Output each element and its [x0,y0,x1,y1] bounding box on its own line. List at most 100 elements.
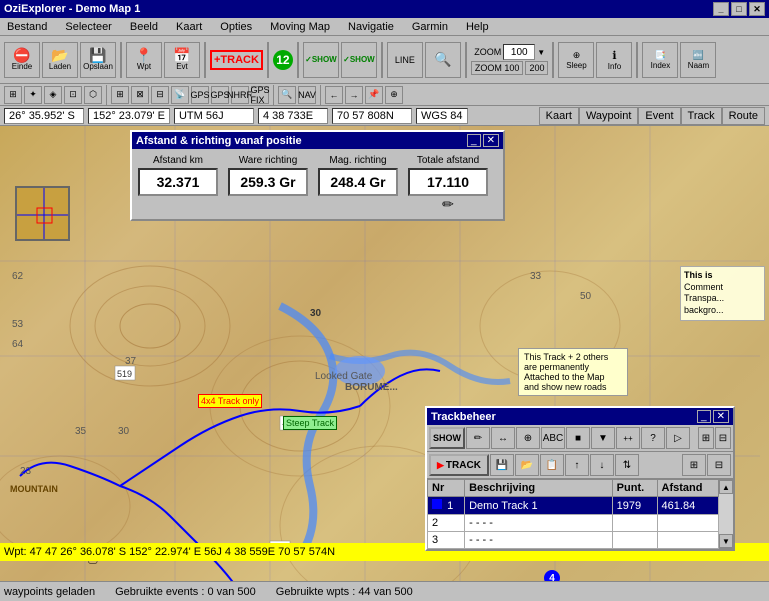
tb2-btn3[interactable]: ◈ [44,86,62,104]
btn-opslaan[interactable]: 💾 Opslaan [80,42,116,78]
tb-minimize-btn[interactable]: _ [697,410,711,423]
scroll-up-btn[interactable]: ▲ [719,480,733,494]
zoom-input[interactable] [503,44,535,60]
tb2-btn18[interactable]: 📌 [365,86,383,104]
btn-line[interactable]: LINE [387,42,423,78]
btn-einde[interactable]: ⛔ Einde [4,42,40,78]
menu-movingmap[interactable]: Moving Map [267,20,333,34]
btn-evt-label: Evt [176,62,188,71]
btn-naam[interactable]: 🔤 Naam [680,42,716,78]
tb-show-btn[interactable]: SHOW [429,427,465,449]
zoom-in-btn[interactable]: ZOOM 100 [471,61,524,75]
tab-event[interactable]: Event [638,107,680,125]
tb-btn-down[interactable]: ▼ [591,427,615,449]
tb-extra-btn1[interactable]: ⊞ [682,454,706,476]
index-icon: 📑 [655,50,666,61]
tab-waypoint[interactable]: Waypoint [579,107,638,125]
map-thumbnail[interactable] [15,186,70,241]
btn-track[interactable]: +TRACK [210,50,263,70]
btn-show1[interactable]: ✓SHOW [303,42,339,78]
row2-desc: - - - - [465,515,613,532]
tb2-btn8[interactable]: ⊟ [151,86,169,104]
menu-kaart[interactable]: Kaart [173,20,205,34]
scroll-down-btn[interactable]: ▼ [719,534,733,548]
tb2-btn5[interactable]: ⬡ [84,86,102,104]
map-area[interactable]: 519 -577 630 784 Afstand & richting vana… [0,126,769,581]
menu-help[interactable]: Help [463,20,492,34]
tb-track-main-btn[interactable]: ▶ TRACK [429,454,489,476]
maximize-btn[interactable]: □ [731,2,747,16]
panel-close-btn[interactable]: ✕ [483,134,499,147]
tb-btn-square[interactable]: ■ [566,427,590,449]
tb-btn-arrow[interactable]: ↔ [491,427,515,449]
track-scrollbar[interactable]: ▲ ▼ [719,479,733,549]
table-row[interactable]: 2 - - - - [428,515,719,532]
tb-btn-split[interactable]: ⊕ [516,427,540,449]
zoom-dropdown-arrow[interactable]: ▼ [537,48,545,57]
menu-navigatie[interactable]: Navigatie [345,20,397,34]
minimize-btn[interactable]: _ [713,2,729,16]
tb2-btn19[interactable]: ⊕ [385,86,403,104]
close-btn[interactable]: ✕ [749,2,765,16]
tb-extra-btn2[interactable]: ⊟ [707,454,731,476]
window-controls[interactable]: _ □ ✕ [713,2,765,16]
table-row[interactable]: 1 Demo Track 1 1979 461.84 [428,497,719,515]
tb-btn-abc[interactable]: ABC [541,427,565,449]
tb2-btn12[interactable]: NHRR [231,86,249,104]
tb-btn-pen[interactable]: ✏ [466,427,490,449]
tb2-btn1[interactable]: ⊞ [4,86,22,104]
menu-opties[interactable]: Opties [217,20,255,34]
btn-laden[interactable]: 📂 Laden [42,42,78,78]
menu-selecteer[interactable]: Selecteer [62,20,114,34]
btn-wpt[interactable]: 📍 Wpt [126,42,162,78]
scroll-track[interactable] [719,494,733,534]
title-bar: OziExplorer - Demo Map 1 _ □ ✕ [0,0,769,18]
menu-bestand[interactable]: Bestand [4,20,50,34]
btn-search[interactable]: 🔍 [425,42,461,78]
show2-icon: ✓SHOW [343,55,375,64]
tb-copy-btn[interactable]: 📋 [540,454,564,476]
tb2-btn6[interactable]: ⊞ [111,86,129,104]
btn-info[interactable]: ℹ Info [596,42,632,78]
panel-minimize-btn[interactable]: _ [467,134,481,147]
tb-swap-btn[interactable]: ⇅ [615,454,639,476]
tb2-btn2[interactable]: ✦ [24,86,42,104]
edit-icon[interactable]: ✏ [442,196,454,213]
tb-save-btn[interactable]: 💾 [490,454,514,476]
tb2-btn10[interactable]: GPS [191,86,209,104]
btn-sleep[interactable]: ⊕ Sleep [558,42,594,78]
btn-evt[interactable]: 📅 Evt [164,42,200,78]
menu-beeld[interactable]: Beeld [127,20,161,34]
tb-down-btn[interactable]: ↓ [590,454,614,476]
tb-btn-extra2[interactable]: ⊟ [715,427,731,449]
tb-open-btn[interactable]: 📂 [515,454,539,476]
tb2-btn17[interactable]: → [345,86,363,104]
tb2-btn13[interactable]: GPS FIX [251,86,269,104]
tb-btn-extra[interactable]: ⊞ [698,427,714,449]
tb2-sep3 [320,85,321,105]
tab-kaart[interactable]: Kaart [539,107,579,125]
tb2-btn7[interactable]: ⊠ [131,86,149,104]
tb-btn-question[interactable]: ? [641,427,665,449]
mapnum-64: 64 [12,339,23,350]
evt-icon: 📅 [173,48,190,62]
totale-afstand-value: 17.110 [408,168,488,196]
tb2-btn15[interactable]: NAV [298,86,316,104]
tb2-btn16[interactable]: ← [325,86,343,104]
track-table: Nr Beschrijving Punt. Afstand 1 [427,479,719,549]
table-row[interactable]: 3 - - - - [428,532,719,549]
tab-track[interactable]: Track [681,107,722,125]
tab-route[interactable]: Route [722,107,765,125]
zoom-out-btn[interactable]: 200 [525,61,548,75]
tb-close-btn[interactable]: ✕ [713,410,729,423]
btn-index[interactable]: 📑 Index [642,42,678,78]
row1-desc: Demo Track 1 [465,497,613,515]
btn-show2[interactable]: ✓SHOW [341,42,377,78]
tb2-btn4[interactable]: ⊡ [64,86,82,104]
tb-btn-plus[interactable]: ++ [616,427,640,449]
tb2-btn9[interactable]: 📡 [171,86,189,104]
tb-up-btn[interactable]: ↑ [565,454,589,476]
tb-btn-play[interactable]: ▷ [666,427,690,449]
menu-garmin[interactable]: Garmin [409,20,451,34]
tb2-btn14[interactable]: 🔍 [278,86,296,104]
